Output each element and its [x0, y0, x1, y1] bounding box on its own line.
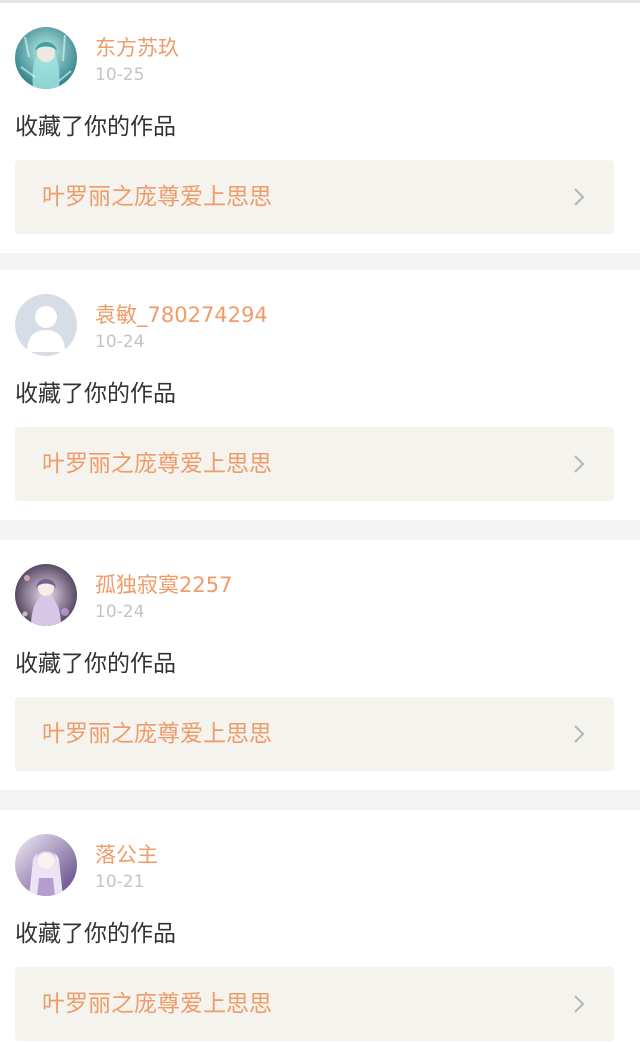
chevron-right-icon [570, 725, 588, 743]
action-text: 收藏了你的作品 [15, 114, 176, 140]
work-title: 叶罗丽之庞尊爱上思思 [42, 991, 272, 1017]
timestamp: 10-24 [95, 602, 145, 622]
anime-avatar-lavender-icon[interactable] [15, 834, 77, 896]
username[interactable]: 孤独寂寞2257 [95, 570, 232, 600]
work-link-button[interactable]: 叶罗丽之庞尊爱上思思 [15, 160, 614, 234]
work-title: 叶罗丽之庞尊爱上思思 [42, 721, 272, 747]
anime-avatar-teal-icon[interactable] [15, 27, 77, 89]
work-title: 叶罗丽之庞尊爱上思思 [42, 184, 272, 210]
username[interactable]: 落公主 [95, 840, 158, 870]
username[interactable]: 东方苏玖 [95, 33, 179, 63]
work-link-button[interactable]: 叶罗丽之庞尊爱上思思 [15, 427, 614, 501]
notification-card: 孤独寂寞2257 10-24 收藏了你的作品 叶罗丽之庞尊爱上思思 [0, 540, 640, 790]
timestamp: 10-24 [95, 332, 145, 352]
action-text: 收藏了你的作品 [15, 381, 176, 407]
notification-card: 袁敏_780274294 10-24 收藏了你的作品 叶罗丽之庞尊爱上思思 [0, 270, 640, 520]
notification-feed: 东方苏玖 10-25 收藏了你的作品 叶罗丽之庞尊爱上思思 袁敏_7802742… [0, 0, 640, 1043]
anime-avatar-purple-dark-icon[interactable] [15, 564, 77, 626]
action-text: 收藏了你的作品 [15, 651, 176, 677]
timestamp: 10-25 [95, 65, 145, 85]
chevron-right-icon [570, 188, 588, 206]
chevron-right-icon [570, 455, 588, 473]
timestamp: 10-21 [95, 872, 145, 892]
default-user-silhouette-icon[interactable] [15, 294, 77, 356]
username[interactable]: 袁敏_780274294 [95, 300, 268, 330]
notification-card: 东方苏玖 10-25 收藏了你的作品 叶罗丽之庞尊爱上思思 [0, 3, 640, 253]
chevron-right-icon [570, 995, 588, 1013]
work-title: 叶罗丽之庞尊爱上思思 [42, 451, 272, 477]
action-text: 收藏了你的作品 [15, 921, 176, 947]
notification-card: 落公主 10-21 收藏了你的作品 叶罗丽之庞尊爱上思思 [0, 810, 640, 1043]
work-link-button[interactable]: 叶罗丽之庞尊爱上思思 [15, 967, 614, 1041]
work-link-button[interactable]: 叶罗丽之庞尊爱上思思 [15, 697, 614, 771]
